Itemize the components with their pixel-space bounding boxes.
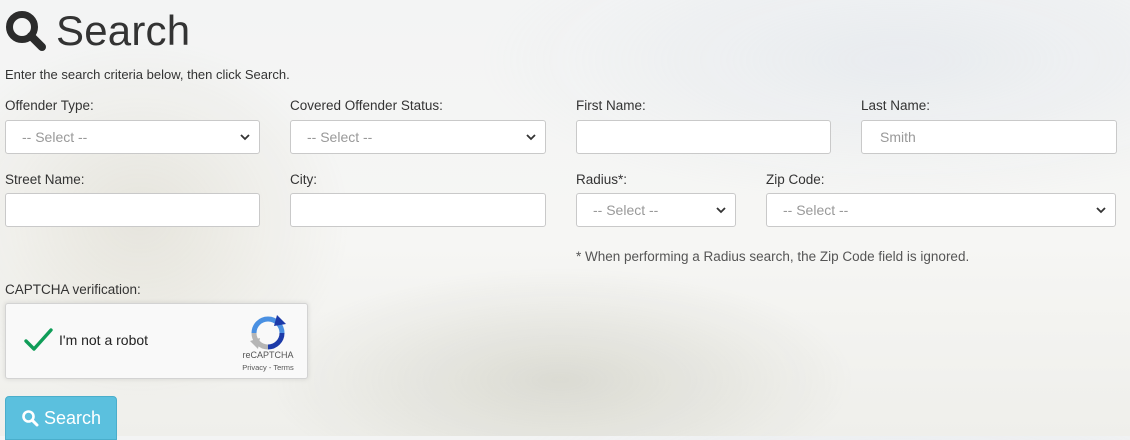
street-name-label: Street Name: xyxy=(5,172,85,187)
radius-value: -- Select -- xyxy=(593,202,659,218)
first-name-input[interactable] xyxy=(593,128,814,146)
city-input[interactable] xyxy=(307,201,529,219)
zip-code-select[interactable]: -- Select -- xyxy=(766,193,1116,227)
captcha-label: CAPTCHA verification: xyxy=(5,282,141,297)
zip-code-value: -- Select -- xyxy=(783,202,849,218)
covered-status-value: -- Select -- xyxy=(307,129,373,145)
covered-status-select[interactable]: -- Select -- xyxy=(290,120,546,154)
page-header: Search xyxy=(4,6,190,56)
search-icon xyxy=(22,410,39,427)
first-name-label: First Name: xyxy=(576,98,646,113)
street-name-field[interactable] xyxy=(5,193,260,227)
captcha-checkbox-text[interactable]: I'm not a robot xyxy=(59,332,148,348)
recaptcha-brand: reCAPTCHA xyxy=(242,350,294,360)
city-field[interactable] xyxy=(290,193,546,227)
search-button-label: Search xyxy=(43,407,102,428)
chevron-down-icon xyxy=(716,207,726,214)
radius-note: * When performing a Radius search, the Z… xyxy=(576,249,970,264)
offender-type-label: Offender Type: xyxy=(5,98,94,113)
instructions-text: Enter the search criteria below, then cl… xyxy=(5,67,290,82)
offender-type-select[interactable]: -- Select -- xyxy=(5,120,260,154)
chevron-down-icon xyxy=(526,134,536,141)
last-name-field[interactable] xyxy=(861,120,1117,154)
last-name-input[interactable] xyxy=(878,128,1100,146)
first-name-field[interactable] xyxy=(576,120,831,154)
recaptcha-links[interactable]: Privacy - Terms xyxy=(228,363,308,372)
radius-label: Radius*: xyxy=(576,172,628,187)
search-button[interactable]: Search xyxy=(5,396,117,440)
covered-status-label: Covered Offender Status: xyxy=(290,98,443,113)
search-icon xyxy=(6,11,46,51)
street-name-input[interactable] xyxy=(22,201,243,219)
recaptcha-widget: I'm not a robot reCAPTCHA Privacy - Term… xyxy=(5,303,308,379)
chevron-down-icon xyxy=(240,134,250,141)
offender-type-value: -- Select -- xyxy=(22,129,88,145)
chevron-down-icon xyxy=(1096,207,1106,214)
recaptcha-logo-icon xyxy=(250,315,286,350)
page-title: Search xyxy=(56,7,191,54)
radius-select[interactable]: -- Select -- xyxy=(576,193,736,227)
zip-code-label: Zip Code: xyxy=(766,172,825,187)
last-name-label: Last Name: xyxy=(861,98,931,113)
checkmark-icon[interactable] xyxy=(22,324,54,356)
city-label: City: xyxy=(290,172,317,187)
